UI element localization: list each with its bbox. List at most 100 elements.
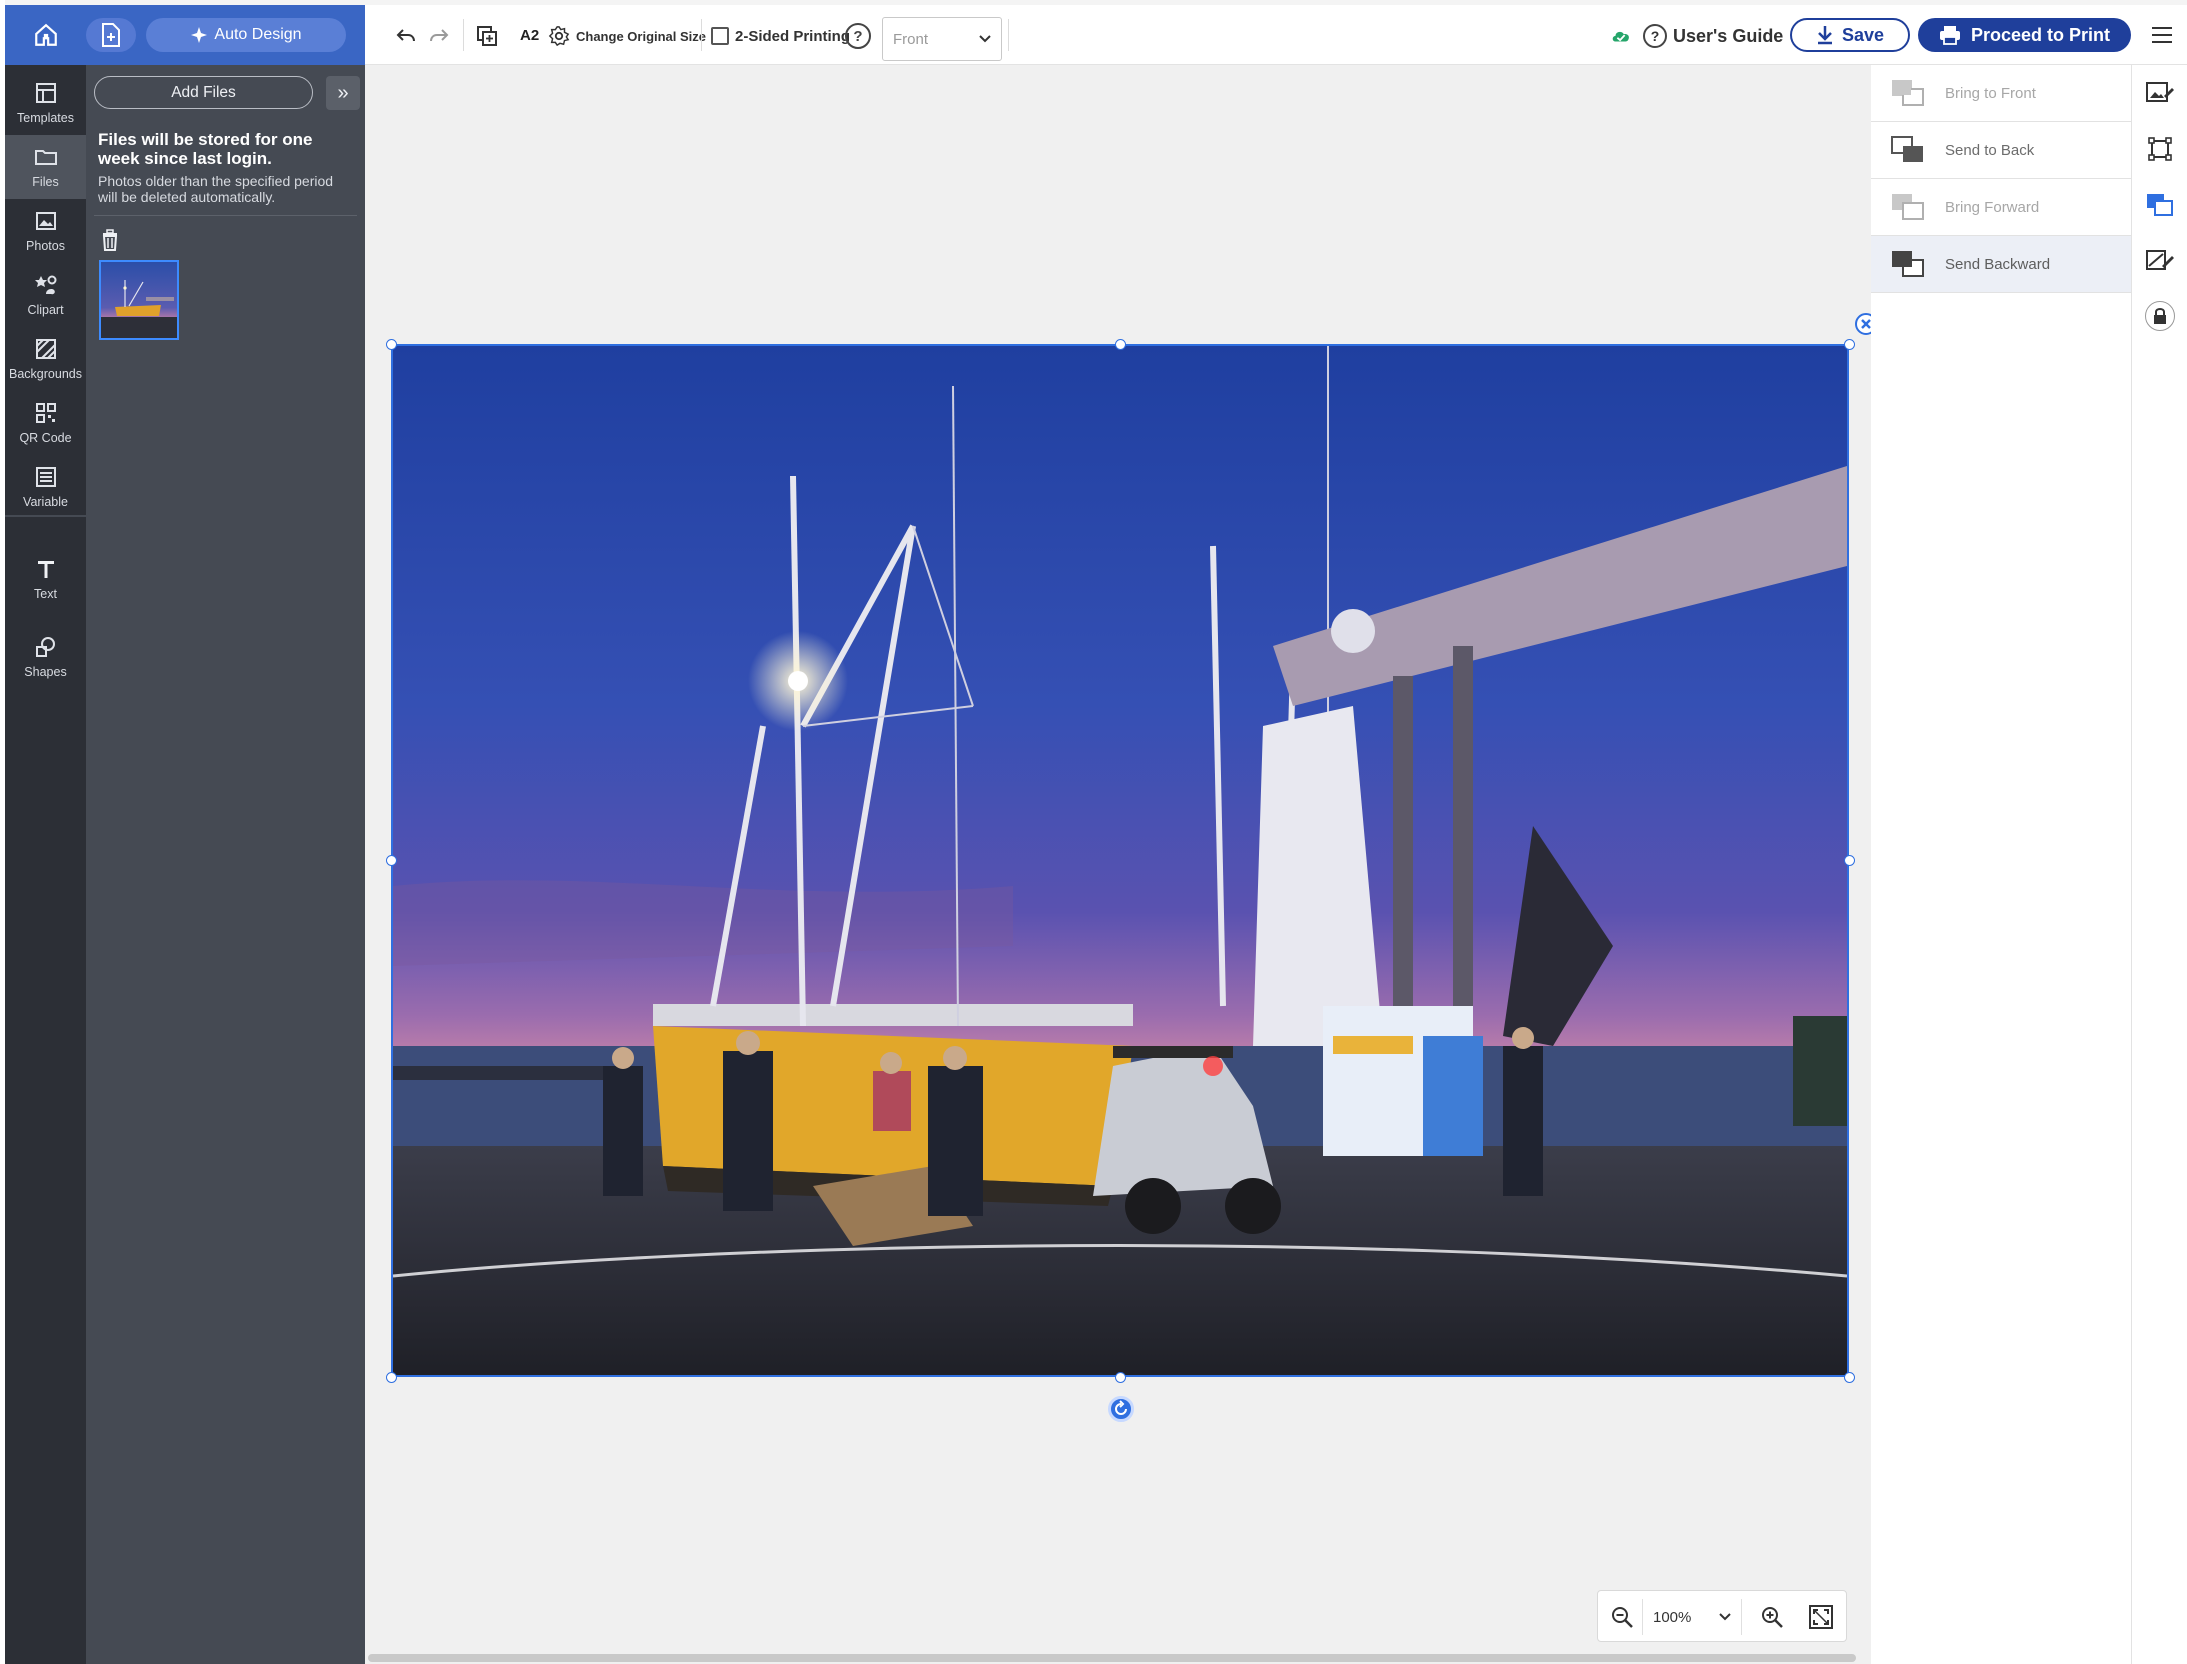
delete-files-button[interactable] [100, 229, 120, 251]
change-original-size-button[interactable]: Change Original Size [548, 22, 706, 50]
rail-label: QR Code [19, 431, 72, 445]
new-document-button[interactable] [86, 18, 136, 52]
panel-header: Auto Design [86, 5, 365, 65]
resize-handle-sw[interactable] [386, 1372, 397, 1383]
rail-label: Clipart [27, 303, 64, 317]
resize-handle-s[interactable] [1115, 1372, 1126, 1383]
selected-photo[interactable] [391, 344, 1849, 1377]
undo-icon [396, 29, 415, 42]
sparkle-icon [191, 27, 208, 43]
bring-to-front-button[interactable]: Bring to Front [1871, 65, 2131, 122]
toolbar-separator [701, 19, 702, 51]
save-button[interactable]: Save [1790, 18, 1910, 52]
rail-label: Variable [23, 495, 68, 509]
save-label: Save [1841, 24, 1885, 45]
rail-item-templates[interactable]: Templates [5, 71, 86, 135]
rail-label: Shapes [24, 665, 67, 679]
rail-label: Templates [17, 111, 74, 125]
rail-item-photos[interactable]: Photos [5, 199, 86, 263]
edit-image-icon [2146, 82, 2174, 102]
duplicate-button[interactable] [474, 23, 500, 49]
proceed-to-print-button[interactable]: Proceed to Print [1918, 18, 2131, 52]
rail-item-variable[interactable]: Variable [5, 455, 86, 519]
arrange-label: Send to Back [1945, 141, 2035, 159]
backgrounds-icon [35, 339, 56, 359]
side-select-value: Front [893, 30, 929, 48]
redo-icon [430, 29, 449, 42]
rail-label: Files [32, 175, 59, 189]
checkbox-box [711, 27, 729, 45]
harbor-photo [393, 346, 1847, 1375]
users-guide-link[interactable]: ? User's Guide [1643, 22, 1783, 50]
send-backward-button[interactable]: Send Backward [1871, 236, 2131, 293]
rail-item-qr-code[interactable]: QR Code [5, 391, 86, 455]
zoom-level-select[interactable]: 100% [1642, 1599, 1742, 1635]
file-thumbnail[interactable] [99, 260, 179, 340]
rail-item-backgrounds[interactable]: Backgrounds [5, 327, 86, 391]
rotate-handle[interactable] [1108, 1396, 1134, 1422]
photos-icon [35, 212, 56, 230]
zoom-control: 100% [1597, 1590, 1847, 1642]
zoom-in-icon [1762, 1607, 1783, 1628]
crop-frame-button[interactable] [2146, 135, 2174, 163]
users-guide-label: User's Guide [1673, 25, 1784, 46]
home-button[interactable] [5, 5, 86, 65]
files-panel: Auto Design Add Files » Files will be st… [86, 5, 365, 1664]
question-icon: ? [1643, 24, 1667, 48]
rail-item-text[interactable]: Text [5, 541, 86, 617]
zoom-level-value: 100% [1653, 1608, 1692, 1626]
resize-handle-ne[interactable] [1844, 339, 1855, 350]
zoom-out-button[interactable] [1610, 1605, 1634, 1629]
hamburger-menu-button[interactable] [2150, 24, 2174, 46]
side-select[interactable]: Front [882, 17, 1002, 61]
rail-label: Text [34, 587, 57, 601]
paper-size-label: A2 [520, 27, 540, 44]
toolbar: A2 Change Original Size 2-Sided Printing… [365, 5, 2187, 65]
bring-forward-icon [1892, 194, 1924, 220]
lock-button[interactable] [2145, 301, 2175, 331]
undo-button[interactable] [393, 23, 419, 49]
zoom-in-button[interactable] [1760, 1605, 1784, 1629]
resize-handle-e[interactable] [1844, 855, 1855, 866]
panel-divider [94, 215, 357, 216]
arrange-panel: Bring to Front Send to Back Bring Forwar… [1871, 65, 2131, 1664]
add-files-button[interactable]: Add Files [94, 76, 313, 109]
folder-icon [34, 150, 57, 165]
rotate-icon [1115, 1400, 1127, 1415]
toolbar-separator [1008, 19, 1009, 51]
right-tool-rail [2131, 65, 2187, 1664]
send-to-back-icon [1891, 136, 1923, 162]
redo-button[interactable] [426, 23, 452, 49]
bring-forward-button[interactable]: Bring Forward [1871, 179, 2131, 236]
lock-icon [2154, 308, 2166, 324]
duplex-help-icon[interactable]: ? [845, 23, 871, 49]
resize-handle-n[interactable] [1115, 339, 1126, 350]
rail-item-clipart[interactable]: Clipart [5, 263, 86, 327]
horizontal-scrollbar[interactable] [368, 1654, 1856, 1662]
fit-to-screen-button[interactable] [1808, 1604, 1834, 1630]
left-rail: Templates Files Photos Clipart Backgroun… [5, 5, 86, 1664]
arrange-button[interactable] [2146, 191, 2174, 219]
hamburger-icon [2152, 27, 2172, 43]
storage-notice-title: Files will be stored for one week since … [98, 130, 313, 168]
resize-handle-nw[interactable] [386, 339, 397, 350]
rail-item-shapes[interactable]: Shapes [5, 619, 86, 695]
rail-item-files[interactable]: Files [5, 135, 86, 199]
two-sided-printing-checkbox[interactable]: 2-Sided Printing [711, 22, 850, 50]
edit-image-button[interactable] [2146, 79, 2174, 107]
duplicate-icon [477, 26, 497, 46]
storage-notice-description: Photos older than the specified period w… [98, 173, 334, 205]
app-window: Templates Files Photos Clipart Backgroun… [0, 0, 2187, 1664]
home-icon [34, 23, 57, 46]
collapse-panel-button[interactable]: » [326, 76, 360, 110]
auto-design-button[interactable]: Auto Design [146, 18, 346, 52]
resize-handle-se[interactable] [1844, 1372, 1855, 1383]
send-to-back-button[interactable]: Send to Back [1871, 122, 2131, 179]
effects-button[interactable] [2146, 247, 2174, 275]
gear-icon [548, 26, 570, 47]
qr-code-icon [35, 403, 56, 423]
toolbar-separator [463, 19, 464, 51]
resize-handle-w[interactable] [386, 855, 397, 866]
rail-divider [5, 515, 86, 517]
chevron-down-icon [979, 35, 991, 43]
